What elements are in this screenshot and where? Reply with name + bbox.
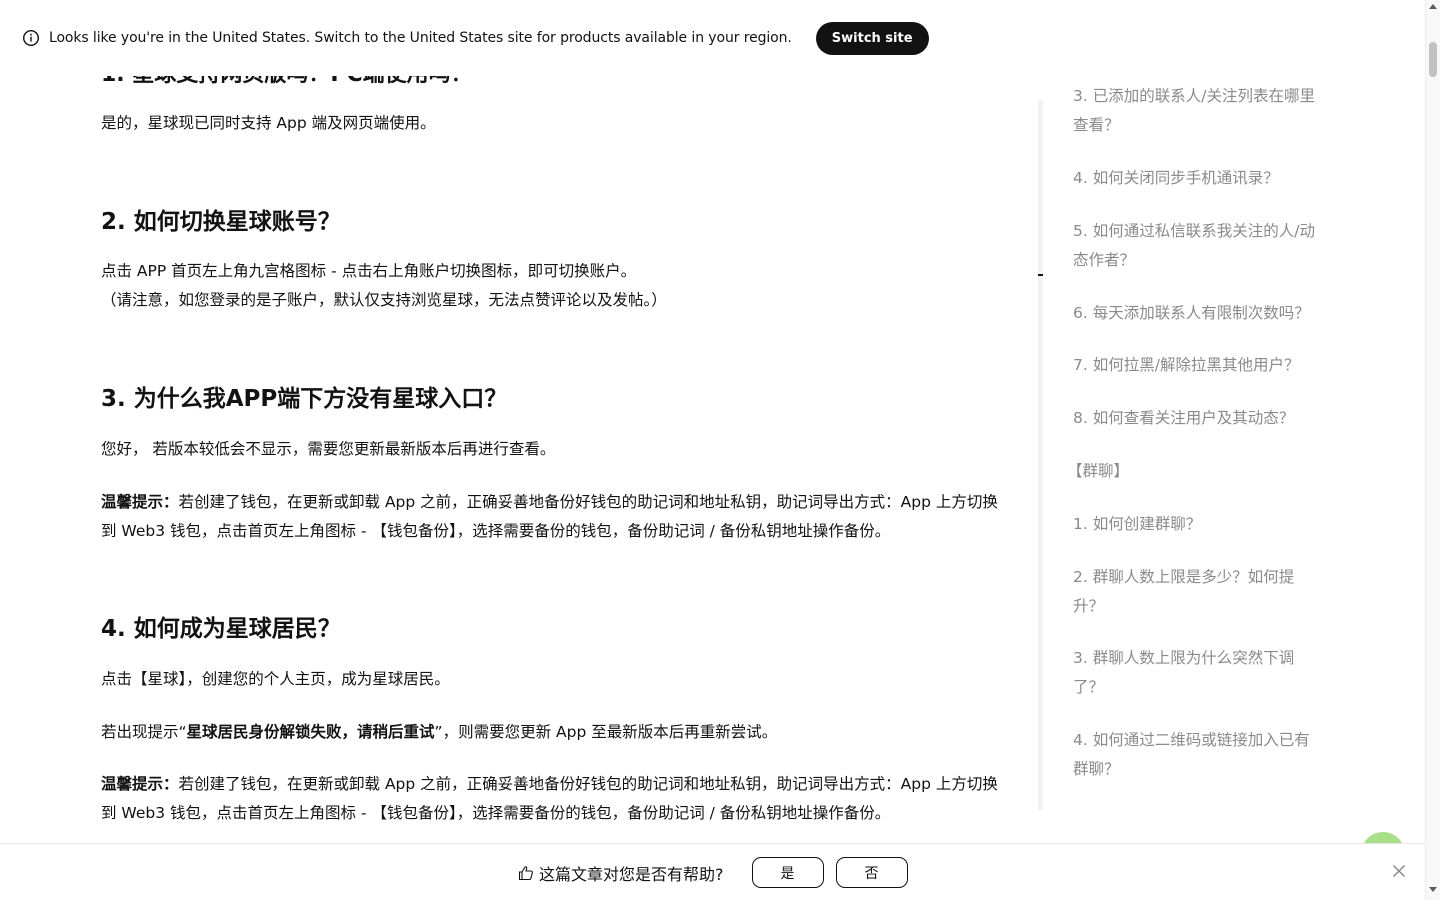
toc-border: [1038, 100, 1043, 810]
scrollbar[interactable]: [1425, 0, 1440, 900]
switch-site-button[interactable]: Switch site: [815, 21, 929, 55]
thumbs-up-icon: [518, 865, 534, 881]
q3-answer: 您好， 若版本较低会不显示，需要您更新最新版本后再进行查看。: [101, 440, 556, 458]
toc-group-item-4[interactable]: 4. 如何通过二维码或链接加入已有群聊？: [1073, 726, 1323, 784]
toc-item-8[interactable]: 8. 如何查看关注用户及其动态？: [1073, 404, 1323, 433]
toc-section-group-chat[interactable]: 【群聊】: [1067, 457, 1129, 486]
tip-label: 温馨提示：: [101, 775, 179, 793]
q3-tip: 温馨提示：若创建了钱包，在更新或卸载 App 之前，正确妥善地备份好钱包的助记词…: [101, 488, 1011, 546]
toc-item-7[interactable]: 7. 如何拉黑/解除拉黑其他用户？: [1073, 351, 1323, 380]
scroll-thumb[interactable]: [1429, 42, 1437, 77]
tip-text: 若创建了钱包，在更新或卸载 App 之前，正确妥善地备份好钱包的助记词和地址私钥…: [101, 775, 998, 822]
q4-note-bold: 星球居民身份解锁失败，请稍后重试: [186, 723, 435, 741]
feedback-no-button[interactable]: 否: [835, 857, 908, 888]
toc-item-5[interactable]: 5. 如何通过私信联系我关注的人/动态作者？: [1073, 217, 1323, 275]
tip-label: 温馨提示：: [101, 493, 179, 511]
region-banner: Looks like you're in the United States. …: [0, 0, 1425, 76]
toc-group-item-3[interactable]: 3. 群聊人数上限为什么突然下调了？: [1073, 644, 1323, 702]
q4-title: 4. 如何成为星球居民？: [101, 616, 341, 642]
toc-group-item-1[interactable]: 1. 如何创建群聊？: [1073, 510, 1323, 539]
q2-line1: 点击 APP 首页左上角九宫格图标 - 点击右上角账户切换图标，即可切换账户。: [101, 262, 637, 280]
info-icon: [22, 29, 40, 47]
q1-answer: 是的，星球现已同时支持 App 端及网页端使用。: [101, 114, 436, 132]
scroll-up-arrow-icon[interactable]: [1429, 4, 1437, 9]
feedback-bar: 这篇文章对您是否有帮助? 是 否: [0, 843, 1425, 900]
tip-text: 若创建了钱包，在更新或卸载 App 之前，正确妥善地备份好钱包的助记词和地址私钥…: [101, 493, 998, 540]
q4-answer: 点击【星球】，创建您的个人主页，成为星球居民。: [101, 670, 450, 688]
q4-tip: 温馨提示：若创建了钱包，在更新或卸载 App 之前，正确妥善地备份好钱包的助记词…: [101, 770, 1011, 828]
q2-title: 2. 如何切换星球账号？: [101, 209, 341, 235]
close-icon[interactable]: [1391, 863, 1407, 879]
q4-note: 若出现提示“星球居民身份解锁失败，请稍后重试”，则需要您更新 App 至最新版本…: [101, 723, 778, 741]
q2-line2: （请注意，如您登录的是子账户，默认仅支持浏览星球，无法点赞评论以及发帖。）: [101, 291, 667, 309]
toc-active-marker: [1038, 274, 1043, 276]
scroll-down-arrow-icon[interactable]: [1429, 887, 1437, 892]
toc-item-3[interactable]: 3. 已添加的联系人/关注列表在哪里查看？: [1073, 82, 1323, 140]
feedback-question: 这篇文章对您是否有帮助?: [539, 864, 724, 884]
feedback-yes-button[interactable]: 是: [751, 857, 824, 888]
feedback-content: 这篇文章对您是否有帮助? 是 否: [518, 857, 920, 888]
toc-item-4[interactable]: 4. 如何关闭同步手机通讯录？: [1073, 164, 1323, 193]
toc-group-item-2[interactable]: 2. 群聊人数上限是多少？如何提升？: [1073, 563, 1323, 621]
q3-title: 3. 为什么我APP端下方没有星球入口？: [101, 386, 508, 412]
toc-item-6[interactable]: 6. 每天添加联系人有限制次数吗？: [1073, 299, 1323, 328]
region-banner-text: Looks like you're in the United States. …: [49, 30, 792, 46]
